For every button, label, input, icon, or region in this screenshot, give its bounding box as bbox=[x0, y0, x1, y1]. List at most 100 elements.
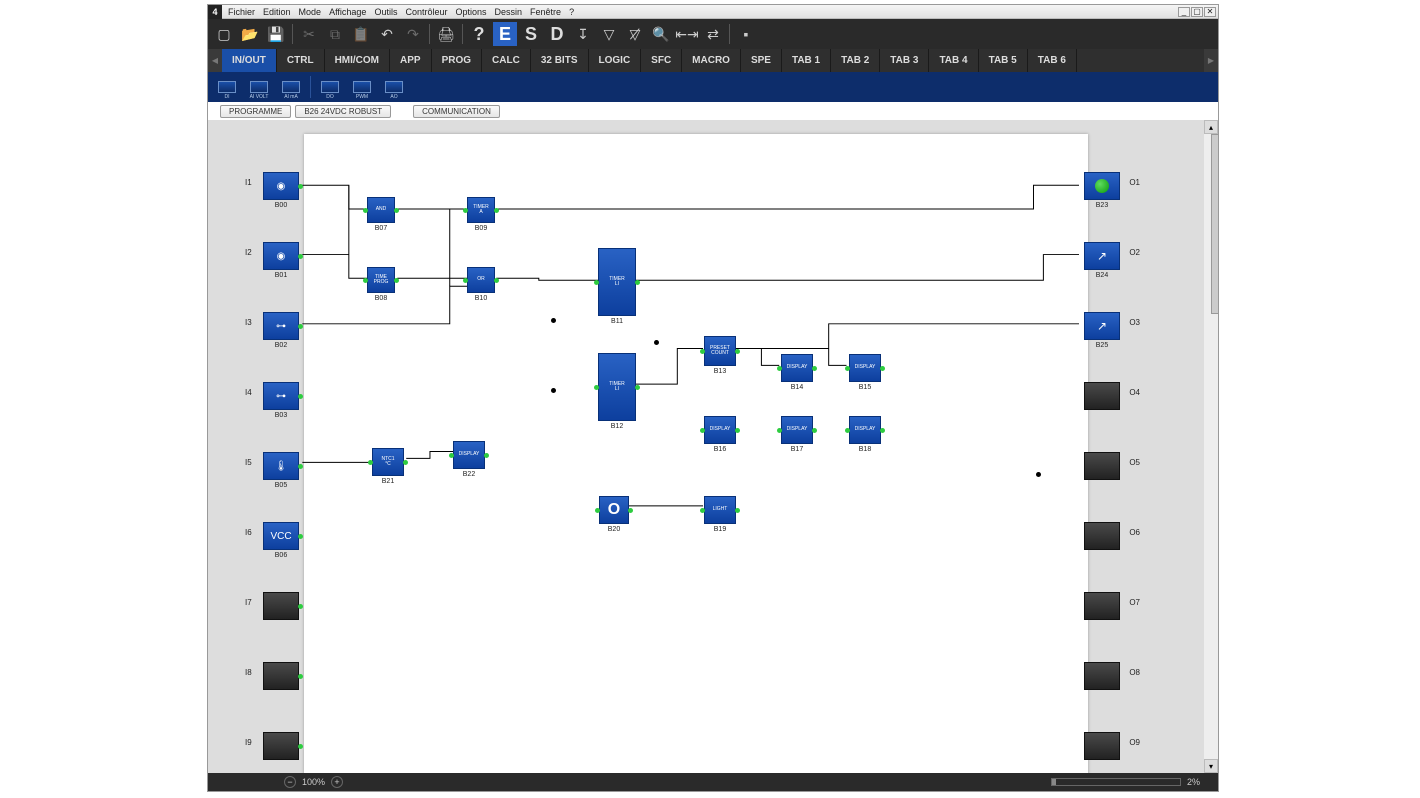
context-button-programme[interactable]: PROGRAMME bbox=[220, 105, 291, 118]
output-block-O5[interactable]: O5 bbox=[1084, 452, 1120, 482]
ribbon-tab-prog[interactable]: PROG bbox=[432, 49, 482, 72]
ribbon-scroll-right[interactable]: ▶ bbox=[1204, 49, 1218, 72]
ribbon-tab-tab-5[interactable]: TAB 5 bbox=[979, 49, 1028, 72]
paste-icon[interactable]: 📋 bbox=[349, 22, 373, 46]
output-block-B24[interactable]: O2↗B24 bbox=[1084, 242, 1120, 279]
scroll-down-icon[interactable]: ▾ bbox=[1204, 759, 1218, 773]
block-b17[interactable]: DISPLAYB17 bbox=[781, 416, 813, 453]
close-button[interactable]: ✕ bbox=[1204, 7, 1216, 17]
transfer-icon[interactable]: ⇄ bbox=[701, 22, 725, 46]
io-tool-ao[interactable]: AO bbox=[379, 74, 409, 100]
block-b22[interactable]: DISPLAYB22 bbox=[453, 441, 485, 478]
menu-dessin[interactable]: Dessin bbox=[495, 7, 523, 17]
io-tool-ai-ma[interactable]: AI mA bbox=[276, 74, 306, 100]
input-block-I8[interactable]: I8 bbox=[263, 662, 299, 692]
menu-fichier[interactable]: Fichier bbox=[228, 7, 255, 17]
save-file-icon[interactable]: 💾 bbox=[264, 22, 288, 46]
clear-filter-icon[interactable]: ▽̸ bbox=[623, 22, 647, 46]
help-icon[interactable]: ? bbox=[467, 22, 491, 46]
block-b09[interactable]: TIMERAB09 bbox=[467, 197, 495, 232]
ribbon-tab-tab-6[interactable]: TAB 6 bbox=[1028, 49, 1077, 72]
menu-outils[interactable]: Outils bbox=[374, 7, 397, 17]
mode-d-button[interactable]: D bbox=[545, 22, 569, 46]
scroll-up-icon[interactable]: ▴ bbox=[1204, 120, 1218, 134]
context-button-communication[interactable]: COMMUNICATION bbox=[413, 105, 500, 118]
input-block-I9[interactable]: I9 bbox=[263, 732, 299, 762]
menu-options[interactable]: Options bbox=[455, 7, 486, 17]
context-button-b26-24vdc-robust[interactable]: B26 24VDC ROBUST bbox=[295, 105, 391, 118]
block-b08[interactable]: TIMEPROGB08 bbox=[367, 267, 395, 302]
canvas-area[interactable]: I1◉B00 I2◉B01 I3⊶B02 I4⊶B03 I5🌡B05 I6VCCB06 I7… bbox=[208, 120, 1204, 773]
menu-contrôleur[interactable]: Contrôleur bbox=[405, 7, 447, 17]
input-block-I7[interactable]: I7 bbox=[263, 592, 299, 622]
output-block-O9[interactable]: O9 bbox=[1084, 732, 1120, 762]
redo-icon[interactable]: ↷ bbox=[401, 22, 425, 46]
stop-icon[interactable]: ▪ bbox=[734, 22, 758, 46]
ribbon-tab-tab-1[interactable]: TAB 1 bbox=[782, 49, 831, 72]
maximize-button[interactable]: ▢ bbox=[1191, 7, 1203, 17]
block-b20[interactable]: OB20 bbox=[599, 496, 629, 533]
io-tool-do[interactable]: DO bbox=[315, 74, 345, 100]
ribbon-tab-tab-3[interactable]: TAB 3 bbox=[880, 49, 929, 72]
block-b11[interactable]: TIMERLIB11 bbox=[598, 248, 636, 325]
undo-icon[interactable]: ↶ bbox=[375, 22, 399, 46]
copy-icon[interactable]: ⧉ bbox=[323, 22, 347, 46]
input-block-B01[interactable]: I2◉B01 bbox=[263, 242, 299, 279]
mode-s-button[interactable]: S bbox=[519, 22, 543, 46]
output-block-O7[interactable]: O7 bbox=[1084, 592, 1120, 622]
mode-e-button[interactable]: E bbox=[493, 22, 517, 46]
zoom-in-button[interactable]: + bbox=[331, 776, 343, 788]
ribbon-tab-in-out[interactable]: IN/OUT bbox=[222, 49, 277, 72]
new-file-icon[interactable]: ▢ bbox=[212, 22, 236, 46]
output-block-O6[interactable]: O6 bbox=[1084, 522, 1120, 552]
ribbon-tab-tab-4[interactable]: TAB 4 bbox=[929, 49, 978, 72]
nav-icon[interactable]: ⇤⇥ bbox=[675, 22, 699, 46]
zoom-out-button[interactable]: − bbox=[284, 776, 296, 788]
cut-icon[interactable]: ✂ bbox=[297, 22, 321, 46]
search-icon[interactable]: 🔍 bbox=[649, 22, 673, 46]
ribbon-tab-logic[interactable]: LOGIC bbox=[589, 49, 642, 72]
output-block-O4[interactable]: O4 bbox=[1084, 382, 1120, 412]
io-tool-ai-volt[interactable]: AI VOLT bbox=[244, 74, 274, 100]
ribbon-scroll-left[interactable]: ◀ bbox=[208, 49, 222, 72]
vertical-scrollbar[interactable]: ▴ ▾ bbox=[1204, 120, 1218, 773]
block-b12[interactable]: TIMERLIB12 bbox=[598, 353, 636, 430]
block-b14[interactable]: DISPLAYB14 bbox=[781, 354, 813, 391]
ribbon-tab-hmi-com[interactable]: HMI/COM bbox=[325, 49, 390, 72]
print-icon[interactable]: 🖨 bbox=[434, 22, 458, 46]
tool-icon[interactable]: ↧ bbox=[571, 22, 595, 46]
ribbon-tab-32-bits[interactable]: 32 BITS bbox=[531, 49, 589, 72]
ribbon-tab-calc[interactable]: CALC bbox=[482, 49, 531, 72]
block-b21[interactable]: NTC1°CB21 bbox=[372, 448, 404, 485]
output-block-B23[interactable]: O1B23 bbox=[1084, 172, 1120, 209]
menu-edition[interactable]: Edition bbox=[263, 7, 291, 17]
block-b07[interactable]: ANDB07 bbox=[367, 197, 395, 232]
ribbon-tab-macro[interactable]: MACRO bbox=[682, 49, 741, 72]
input-block-B02[interactable]: I3⊶B02 bbox=[263, 312, 299, 349]
block-b19[interactable]: LIGHTB19 bbox=[704, 496, 736, 533]
block-b16[interactable]: DISPLAYB16 bbox=[704, 416, 736, 453]
menu-affichage[interactable]: Affichage bbox=[329, 7, 366, 17]
io-tool-di[interactable]: DI bbox=[212, 74, 242, 100]
menu-fenêtre[interactable]: Fenêtre bbox=[530, 7, 561, 17]
block-b10[interactable]: ORB10 bbox=[467, 267, 495, 302]
menu-?[interactable]: ? bbox=[569, 7, 574, 17]
block-b15[interactable]: DISPLAYB15 bbox=[849, 354, 881, 391]
input-block-B06[interactable]: I6VCCB06 bbox=[263, 522, 299, 559]
block-b13[interactable]: PRESETCOUNTB13 bbox=[704, 336, 736, 375]
minimize-button[interactable]: _ bbox=[1178, 7, 1190, 17]
output-block-O8[interactable]: O8 bbox=[1084, 662, 1120, 692]
input-block-B05[interactable]: I5🌡B05 bbox=[263, 452, 299, 489]
block-b18[interactable]: DISPLAYB18 bbox=[849, 416, 881, 453]
filter-icon[interactable]: ▽ bbox=[597, 22, 621, 46]
io-tool-pwm[interactable]: PWM bbox=[347, 74, 377, 100]
output-block-B25[interactable]: O3↗B25 bbox=[1084, 312, 1120, 349]
ribbon-tab-spe[interactable]: SPE bbox=[741, 49, 782, 72]
ribbon-tab-sfc[interactable]: SFC bbox=[641, 49, 682, 72]
input-block-B00[interactable]: I1◉B00 bbox=[263, 172, 299, 209]
menu-mode[interactable]: Mode bbox=[299, 7, 322, 17]
input-block-B03[interactable]: I4⊶B03 bbox=[263, 382, 299, 419]
open-file-icon[interactable]: 📂 bbox=[238, 22, 262, 46]
ribbon-tab-app[interactable]: APP bbox=[390, 49, 432, 72]
ribbon-tab-tab-2[interactable]: TAB 2 bbox=[831, 49, 880, 72]
